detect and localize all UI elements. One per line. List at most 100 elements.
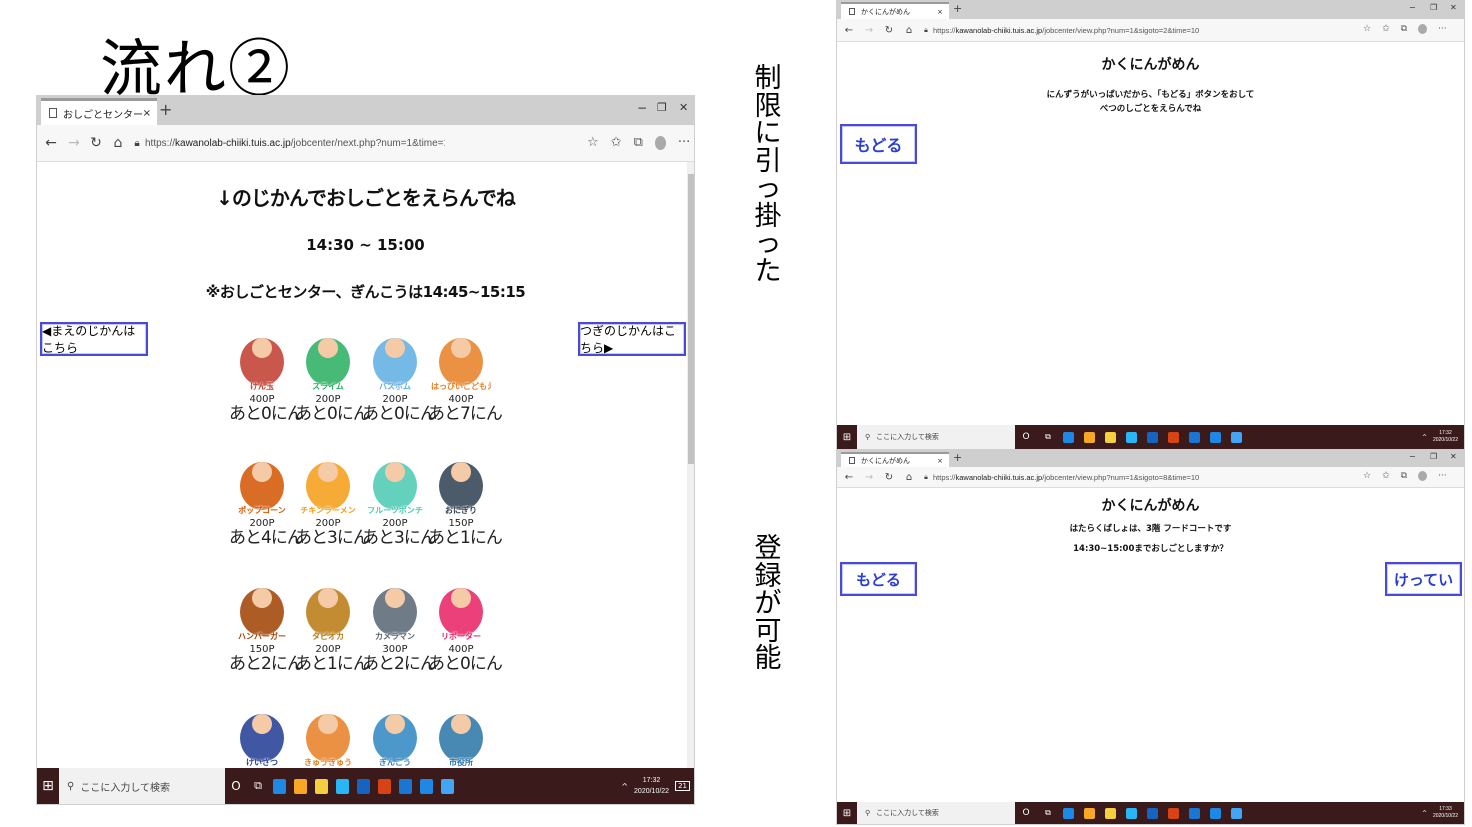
collections-icon[interactable]: ⧉ bbox=[634, 135, 643, 150]
favorites-icon[interactable]: ✩ bbox=[1382, 24, 1390, 34]
taskbar-app-icon[interactable] bbox=[1210, 807, 1221, 819]
notification-badge[interactable]: 21 bbox=[675, 781, 690, 791]
restore-icon[interactable]: ❐ bbox=[657, 101, 667, 114]
job-item[interactable]: バスボム 200P あと0にん bbox=[362, 324, 437, 423]
job-item[interactable]: ポップコーン 200P あと4にん bbox=[229, 448, 304, 547]
taskbar-app-icon[interactable] bbox=[1189, 807, 1200, 819]
close-icon[interactable]: ✕ bbox=[679, 101, 688, 114]
more-icon[interactable]: ··· bbox=[1438, 24, 1447, 34]
favorite-star-icon[interactable]: ☆ bbox=[1363, 24, 1371, 34]
onigiri-icon[interactable]: おにぎり bbox=[431, 448, 491, 518]
confirm-button[interactable]: けってい bbox=[1385, 562, 1462, 596]
taskbar-app-icon[interactable] bbox=[1231, 807, 1242, 819]
taskbar-search[interactable]: ⚲ ここに入力して検索 bbox=[857, 802, 1015, 824]
home-icon[interactable]: ⌂ bbox=[899, 472, 919, 483]
taskbar-app-icon[interactable] bbox=[1147, 431, 1158, 443]
taskbar-app-icon[interactable] bbox=[336, 778, 349, 794]
more-icon[interactable]: ··· bbox=[678, 135, 690, 150]
favorite-star-icon[interactable]: ☆ bbox=[587, 135, 599, 150]
forward-icon[interactable]: → bbox=[859, 25, 879, 36]
prev-time-button[interactable]: ◀まえのじかんはこちら bbox=[40, 322, 148, 356]
browser-tab[interactable]: かくにんがめん × bbox=[841, 2, 949, 19]
job-item[interactable]: けん玉 400P あと0にん bbox=[229, 324, 304, 423]
forward-icon[interactable]: → bbox=[63, 135, 85, 151]
taskbar-app-icon[interactable] bbox=[441, 778, 454, 794]
taskbar-app-icon[interactable] bbox=[1105, 431, 1116, 443]
police-icon[interactable]: けいさつ bbox=[232, 700, 292, 770]
back-icon[interactable]: ← bbox=[839, 25, 859, 36]
home-icon[interactable]: ⌂ bbox=[107, 135, 129, 151]
job-item[interactable]: はっぴいこどもえん400Pあと7にん bbox=[428, 324, 503, 423]
taskbar-search[interactable]: ⚲ ここに入力して検索 bbox=[857, 425, 1015, 449]
job-item[interactable]: おにぎり 150P あと1にん bbox=[428, 448, 503, 547]
taskview-icon[interactable]: ⧉ bbox=[1037, 432, 1059, 442]
taskbar-app-icon[interactable] bbox=[1105, 807, 1116, 819]
collections-icon[interactable]: ⧉ bbox=[1401, 24, 1407, 34]
job-item[interactable]: けいさつ bbox=[229, 700, 295, 770]
rescue-icon[interactable]: きゅうきゅう bbox=[298, 700, 358, 770]
slime-icon[interactable]: スライム bbox=[298, 324, 358, 394]
back-button[interactable]: もどる bbox=[840, 124, 917, 164]
job-item[interactable]: ハンバーガー 150P あと2にん bbox=[229, 574, 304, 673]
job-item[interactable]: きゅうきゅう bbox=[295, 700, 361, 770]
tab-close-icon[interactable]: × bbox=[143, 108, 151, 119]
system-tray[interactable]: ^ 17:33 2020/10/22 bbox=[1422, 806, 1458, 820]
url-field[interactable]: https://kawanolab-chiiki.tuis.ac.jp/jobc… bbox=[933, 26, 1233, 35]
tab-close-icon[interactable]: × bbox=[937, 457, 943, 465]
back-button[interactable]: もどる bbox=[840, 562, 917, 596]
tab-close-icon[interactable]: × bbox=[937, 8, 943, 16]
start-icon[interactable]: ⊞ bbox=[837, 808, 857, 819]
scrollbar[interactable] bbox=[687, 162, 694, 770]
cortana-icon[interactable]: O bbox=[1015, 432, 1037, 442]
clock[interactable]: 17:32 2020/10/22 bbox=[1433, 430, 1458, 444]
taskbar-search[interactable]: ⚲ ここに入力して検索 bbox=[59, 768, 225, 804]
taskview-icon[interactable]: ⧉ bbox=[1037, 808, 1059, 818]
taskbar-app-icon[interactable] bbox=[1063, 431, 1074, 443]
profile-avatar[interactable] bbox=[654, 135, 666, 150]
profile-avatar[interactable] bbox=[1418, 471, 1428, 481]
refresh-icon[interactable]: ↻ bbox=[879, 25, 899, 36]
favorites-icon[interactable]: ✩ bbox=[1382, 471, 1390, 481]
cortana-icon[interactable]: O bbox=[225, 779, 247, 793]
taskbar-app-icon[interactable] bbox=[399, 778, 412, 794]
profile-avatar[interactable] bbox=[1418, 24, 1428, 34]
scrollbar-thumb[interactable] bbox=[688, 174, 694, 464]
url-field[interactable]: https://kawanolab-chiiki.tuis.ac.jp/jobc… bbox=[145, 138, 445, 149]
taskbar-app-icon[interactable] bbox=[1210, 431, 1221, 443]
start-icon[interactable]: ⊞ bbox=[837, 432, 857, 443]
taskbar-app-icon[interactable] bbox=[273, 778, 286, 794]
job-item[interactable]: ぎんこう bbox=[362, 700, 428, 770]
browser-tab[interactable]: おしごとセンター × bbox=[41, 98, 157, 125]
banker-icon[interactable]: ぎんこう bbox=[365, 700, 425, 770]
hamburger-icon[interactable]: ハンバーガー bbox=[232, 574, 292, 644]
new-tab-icon[interactable]: + bbox=[953, 2, 962, 15]
job-item[interactable]: カメラマン 300P あと2にん bbox=[362, 574, 437, 673]
popcorn-icon[interactable]: ポップコーン bbox=[232, 448, 292, 518]
taskview-icon[interactable]: ⧉ bbox=[247, 779, 269, 793]
more-icon[interactable]: ··· bbox=[1438, 471, 1447, 481]
kendama-icon[interactable]: けん玉 bbox=[232, 324, 292, 394]
tapioca-icon[interactable]: タピオカ bbox=[298, 574, 358, 644]
taskbar-app-icon[interactable] bbox=[1189, 431, 1200, 443]
job-item[interactable]: リポーター 400P あと0にん bbox=[428, 574, 503, 673]
new-tab-icon[interactable]: + bbox=[953, 451, 962, 464]
minimize-icon[interactable]: − bbox=[1409, 452, 1416, 461]
taskbar-app-icon[interactable] bbox=[357, 778, 370, 794]
clock[interactable]: 17:32 2020/10/22 bbox=[634, 775, 669, 797]
taskbar-app-icon[interactable] bbox=[1147, 807, 1158, 819]
taskbar-app-icon[interactable] bbox=[1231, 431, 1242, 443]
back-icon[interactable]: ← bbox=[839, 472, 859, 483]
clock[interactable]: 17:33 2020/10/22 bbox=[1433, 806, 1458, 820]
taskbar-app-icon[interactable] bbox=[1168, 807, 1179, 819]
kindergarten-icon[interactable]: はっぴいこどもえん bbox=[431, 324, 491, 394]
new-tab-icon[interactable]: + bbox=[159, 100, 172, 119]
ramen-icon[interactable]: チキンラーメン bbox=[298, 448, 358, 518]
minimize-icon[interactable]: − bbox=[637, 101, 647, 115]
system-tray[interactable]: ^ 17:32 2020/10/22 21 bbox=[621, 775, 690, 797]
taskbar-app-icon[interactable] bbox=[1126, 431, 1137, 443]
job-item[interactable]: スライム 200P あと0にん bbox=[295, 324, 370, 423]
next-time-button[interactable]: つぎのじかんはこちら▶ bbox=[578, 322, 686, 356]
taskbar-app-icon[interactable] bbox=[1084, 807, 1095, 819]
taskbar-app-icon[interactable] bbox=[1126, 807, 1137, 819]
start-icon[interactable]: ⊞ bbox=[37, 778, 59, 794]
